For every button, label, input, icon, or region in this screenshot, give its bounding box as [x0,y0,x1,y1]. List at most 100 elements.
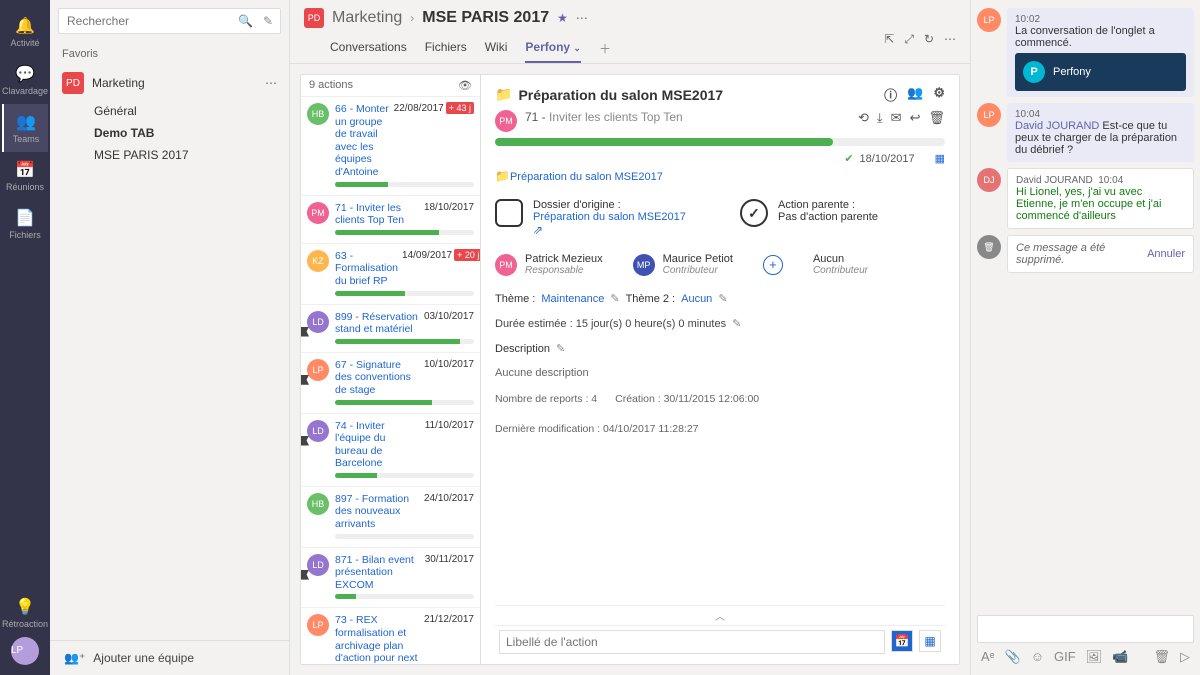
add-team-icon: 👥⁺ [64,651,85,665]
add-tab-button[interactable]: ＋ [599,34,611,63]
more-icon[interactable]: ⋯ [265,76,277,90]
grid-icon[interactable]: ▦ [919,630,941,652]
gif-icon[interactable]: GIF [1054,649,1076,665]
qr-icon[interactable]: ▦ [935,152,945,165]
avatar: HB [307,493,329,515]
people-icon[interactable]: 👥 [907,85,923,104]
collapse-chevron-icon[interactable]: ︿ [495,605,945,625]
more-icon[interactable]: ⋯ [576,11,588,25]
progress-bar[interactable] [495,138,945,146]
perfony-card[interactable]: P Perfony [1015,53,1186,91]
action-row[interactable]: LP73 - REX formalisation et archivage pl… [301,608,480,664]
add-contributor-button[interactable]: + [763,255,783,275]
tab-wiki[interactable]: Wiki [485,34,508,63]
mail-icon[interactable]: ✉ [891,110,902,126]
rail-item-activité[interactable]: 🔔Activité [2,8,48,56]
team-name: Marketing [92,76,145,90]
fichiers-icon: 📄 [2,208,48,228]
rail-item-teams[interactable]: 👥Teams [2,104,48,152]
avatar: HB [307,103,329,125]
pencil-icon[interactable]: ✎ [556,342,565,355]
folder-icon: 📁 [495,86,512,103]
chat-message[interactable]: 10:02 La conversation de l'onglet a comm… [1007,8,1194,97]
chat-message[interactable]: 10:04 David JOURAND Est-ce que tu peux t… [1007,103,1194,162]
send-icon[interactable]: ▷ [1180,649,1190,665]
activité-icon: 🔔 [2,16,48,36]
action-row[interactable]: LD871 - Bilan event présentation EXCOM30… [301,548,480,609]
chat-message[interactable]: David JOURAND 10:04 Hi Lionel, yes, j'ai… [1007,168,1194,229]
action-row[interactable]: LD74 - Inviter l'équipe du bureau de Bar… [301,414,480,487]
rail-item-clavardage[interactable]: 💬Clavardage [2,56,48,104]
action-row[interactable]: HB897 - Formation des nouveaux arrivants… [301,487,480,548]
quick-compose: 📅 ▦ [495,625,945,658]
main-region: PD Marketing › MSE PARIS 2017 ★ ⋯ Conver… [290,0,970,675]
gear-icon[interactable]: ⚙ [933,85,945,104]
action-row[interactable]: LD899 - Réservation stand et matériel03/… [301,305,480,353]
origin-folder-link[interactable]: Préparation du salon MSE2017 [533,211,686,223]
chat-input[interactable] [977,615,1194,643]
theme2-link[interactable]: Aucun [681,293,712,305]
tab-perfony[interactable]: Perfony ⌄ [525,34,581,63]
check-circle-icon [740,199,768,227]
external-link-icon[interactable]: ⇗ [533,223,686,237]
compose-icon[interactable]: ✎ [263,14,273,28]
tab-fichiers[interactable]: Fichiers [425,34,467,63]
add-team-button[interactable]: 👥⁺ Ajouter une équipe [50,640,289,675]
actions-count: 9 actions 👁 [301,75,480,97]
fullscreen-icon[interactable]: ⤢ [904,32,914,47]
pencil-icon[interactable]: ✎ [610,292,619,305]
channel-item[interactable]: MSE PARIS 2017 [50,144,289,166]
action-row[interactable]: PM71 - Inviter les clients Top Ten18/10/… [301,196,480,244]
app-rail: 🔔Activité💬Clavardage👥Teams📅Réunions📄Fich… [0,0,50,675]
avatar: LP [977,103,1001,127]
calendar-icon[interactable]: 📅 [891,630,913,652]
avatar: DJ [977,168,1001,192]
emoji-icon[interactable]: ☺ [1031,649,1044,665]
action-row[interactable]: LP67 - Signature des conventions de stag… [301,353,480,414]
avatar: KZ [307,250,329,272]
eye-icon[interactable]: 👁 [458,79,472,92]
detail-breadcrumb[interactable]: Préparation du salon MSE2017 [510,171,663,183]
attach-icon[interactable]: 📎 [1005,649,1021,665]
more-icon[interactable]: ⋯ [944,32,956,47]
responsible-avatar: PM [495,110,517,132]
refresh-icon[interactable]: ⟲ [858,110,869,126]
tab-conversations[interactable]: Conversations [330,34,407,63]
rail-feedback[interactable]: 💡Rétroaction [0,589,50,637]
rail-item-fichiers[interactable]: 📄Fichiers [2,200,48,248]
sticker-icon[interactable]: 🖼 [1086,649,1103,665]
theme-link[interactable]: Maintenance [541,293,604,305]
refresh-icon[interactable]: ↻ [924,32,934,47]
user-avatar[interactable]: LP [11,637,39,665]
download-icon[interactable]: ⤓ [877,110,883,126]
favorite-star-icon[interactable]: ★ [557,11,568,25]
action-row[interactable]: HB66 - Monter un groupe de travail avec … [301,97,480,196]
info-icon[interactable]: ⓘ [884,85,897,104]
expand-chat-icon[interactable]: ⇱ [884,32,894,47]
action-row[interactable]: KZ63 - Formalisation du brief RP14/09/20… [301,244,480,305]
channel-item[interactable]: Général [50,100,289,122]
team-sidebar: 🔍 ✎ Favoris PD Marketing ⋯ GénéralDemo T… [50,0,290,675]
actions-list[interactable]: HB66 - Monter un groupe de travail avec … [301,97,480,664]
chat-toolbar: Aᵉ 📎 ☺ GIF 🖼 📹 🗑 ▷ [977,647,1194,667]
undo-link[interactable]: Annuler [1147,248,1185,260]
team-row-marketing[interactable]: PD Marketing ⋯ [50,66,289,100]
trash-icon[interactable]: 🗑 [1153,649,1170,665]
rail-item-réunions[interactable]: 📅Réunions [2,152,48,200]
crumb-channel: MSE PARIS 2017 [422,9,549,27]
crumb-team[interactable]: Marketing [332,9,402,27]
pencil-icon[interactable]: ✎ [718,292,727,305]
avatar: MP [633,254,655,276]
search-icon[interactable]: 🔍 [238,14,253,28]
pencil-icon[interactable]: ✎ [732,317,741,330]
trash-avatar-icon: 🗑 [977,235,1001,259]
action-label-input[interactable] [499,630,885,654]
channel-item[interactable]: Demo TAB [50,122,289,144]
meet-icon[interactable]: 📹 [1112,649,1128,665]
folder-icon: 📁 [495,169,510,183]
search-box: 🔍 ✎ [58,8,281,34]
trash-icon[interactable]: 🗑 [928,110,945,126]
format-icon[interactable]: Aᵉ [981,649,995,665]
avatar: PM [495,254,517,276]
reply-icon[interactable]: ↩ [910,110,921,126]
